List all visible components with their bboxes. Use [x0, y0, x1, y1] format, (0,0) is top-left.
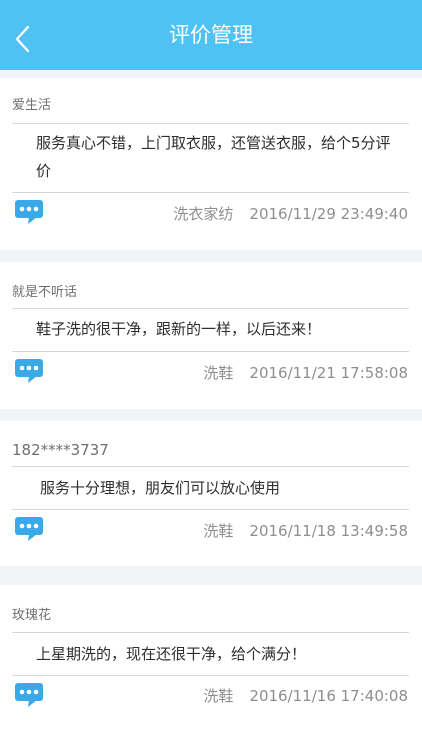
review-username: 玫瑰花 — [12, 608, 52, 623]
review-comment: 服务真心不错，上门取衣服，还管送衣服，给个5分评价 — [36, 134, 391, 180]
review-card: 182****3737 服务十分理想，朋友们可以放心使用 洗鞋 2016/11/1… — [0, 421, 422, 566]
review-meta: 洗衣家纺 2016/11/29 23:49:40 — [173, 203, 408, 225]
review-time: 2016/11/21 17:58:08 — [249, 364, 408, 382]
review-card: 爱生活 服务真心不错，上门取衣服，还管送衣服，给个5分评价 洗衣家纺 2016/1… — [0, 78, 422, 250]
review-card: 玫瑰花 上星期洗的，现在还很干净，给个满分！ 洗鞋 2016/11/16 17:4… — [0, 585, 422, 750]
review-time: 2016/11/18 13:49:58 — [249, 522, 408, 540]
review-username: 就是不听话 — [12, 285, 78, 300]
review-card: 就是不听话 鞋子洗的很干净，跟新的一样，以后还来！ 洗鞋 2016/11/21 1… — [0, 262, 422, 409]
divider — [12, 632, 409, 633]
review-time: 2016/11/29 23:49:40 — [249, 205, 408, 223]
chat-bubble-icon[interactable] — [14, 358, 44, 384]
service-type: 洗鞋 — [203, 687, 234, 705]
divider — [12, 308, 409, 309]
review-comment: 服务十分理想，朋友们可以放心使用 — [40, 479, 281, 497]
review-meta: 洗鞋 2016/11/21 17:58:08 — [203, 362, 408, 384]
review-time: 2016/11/16 17:40:08 — [249, 687, 408, 705]
review-meta: 洗鞋 2016/11/18 13:49:58 — [203, 520, 408, 542]
divider — [12, 192, 409, 193]
app-header: 评价管理 — [0, 0, 422, 70]
divider — [12, 509, 409, 510]
review-username: 爱生活 — [12, 98, 52, 113]
service-type: 洗衣家纺 — [173, 205, 234, 223]
review-meta: 洗鞋 2016/11/16 17:40:08 — [203, 685, 408, 707]
divider — [12, 351, 409, 352]
chat-bubble-icon[interactable] — [14, 682, 44, 708]
chat-bubble-icon[interactable] — [14, 516, 44, 542]
review-username: 182****3737 — [12, 441, 109, 459]
chat-bubble-icon[interactable] — [14, 199, 44, 225]
divider — [12, 123, 409, 124]
page-title: 评价管理 — [169, 23, 253, 47]
review-comment: 上星期洗的，现在还很干净，给个满分！ — [36, 645, 307, 663]
divider — [12, 675, 409, 676]
service-type: 洗鞋 — [203, 364, 234, 382]
service-type: 洗鞋 — [203, 522, 234, 540]
divider — [12, 466, 409, 467]
review-comment: 鞋子洗的很干净，跟新的一样，以后还来！ — [36, 320, 322, 338]
